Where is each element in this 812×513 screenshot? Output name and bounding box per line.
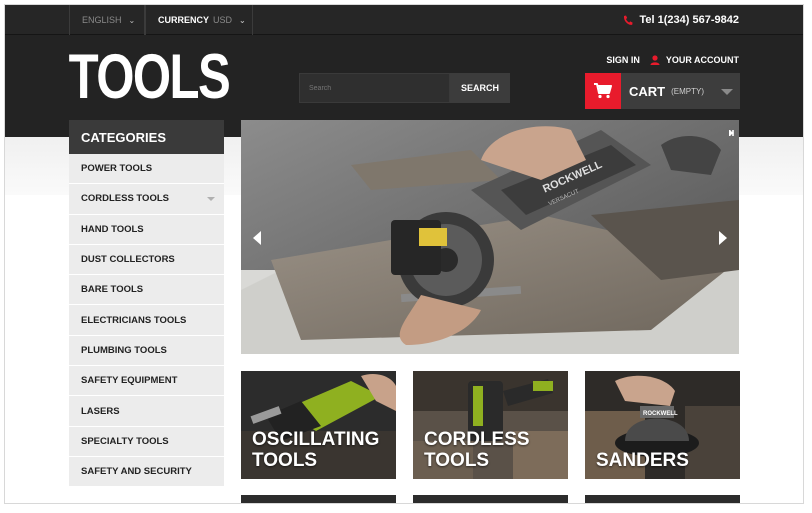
category-item-bare-tools[interactable]: Bare Tools: [69, 275, 224, 306]
category-item-safety-and-security[interactable]: Safety and Security: [69, 456, 224, 488]
chevron-down-icon[interactable]: [207, 197, 215, 202]
promo-tile-oscillating-tools[interactable]: Oscillating Tools: [241, 371, 396, 479]
currency-label: Currency: [158, 15, 210, 25]
category-item-plumbing-tools[interactable]: Plumbing Tools: [69, 335, 224, 367]
logo-text: TOOLS: [68, 41, 231, 112]
sign-in-link[interactable]: Sign in: [606, 55, 640, 65]
category-item-hand-tools[interactable]: Hand Tools: [69, 214, 224, 245]
categories-menu: Categories Power Tools Cordless Tools Ha…: [69, 120, 224, 488]
category-item-safety-equipment[interactable]: Safety Equipment: [69, 366, 224, 397]
phone-text: Tel 1(234) 567-9842: [639, 14, 739, 26]
your-account-link[interactable]: Your Account: [650, 55, 739, 65]
currency-value: USD: [213, 15, 233, 25]
category-item-electricians-tools[interactable]: Electricians Tools: [69, 305, 224, 336]
search-input[interactable]: [299, 73, 450, 103]
chevron-down-icon: ⌄: [128, 15, 136, 25]
promo-title: Cordless Tools: [424, 429, 530, 471]
language-selector[interactable]: English ⌄: [69, 5, 145, 35]
promo-tile-partial[interactable]: [241, 495, 396, 503]
promo-brand-text: ROCKWELL: [643, 411, 678, 417]
hero-slider[interactable]: ROCKWELL VERSACUT: [241, 120, 739, 354]
promo-tile-partial[interactable]: [413, 495, 568, 503]
category-item-cordless-tools[interactable]: Cordless Tools: [69, 184, 224, 215]
category-item-power-tools[interactable]: Power Tools: [69, 154, 224, 185]
promo-title: Sanders: [596, 450, 689, 471]
page-frame: English ⌄ Currency USD ⌄ Tel 1(234) 567-…: [4, 4, 804, 504]
categories-title: Categories: [69, 120, 224, 154]
cart-label: Cart: [629, 83, 666, 99]
currency-selector[interactable]: Currency USD ⌄: [145, 5, 253, 35]
promo-tile-sanders[interactable]: ROCKWELL Sanders: [585, 371, 740, 479]
category-item-lasers[interactable]: Lasers: [69, 396, 224, 427]
promo-title: Oscillating Tools: [252, 429, 380, 471]
pause-icon: [729, 130, 734, 136]
chevron-right-icon[interactable]: [719, 231, 727, 245]
phone-icon: [623, 15, 633, 25]
chevron-down-icon: [721, 89, 733, 95]
top-bar: English ⌄ Currency USD ⌄ Tel 1(234) 567-…: [5, 5, 803, 35]
user-icon: [650, 55, 660, 65]
chevron-down-icon: ⌄: [239, 15, 246, 25]
your-account-label: Your Account: [665, 55, 739, 65]
promo-tile-partial[interactable]: [585, 495, 740, 503]
promo-tile-cordless-tools[interactable]: Cordless Tools: [413, 371, 568, 479]
language-value: English: [82, 15, 122, 25]
category-item-specialty-tools[interactable]: Specialty Tools: [69, 426, 224, 457]
search-button[interactable]: Search: [450, 73, 510, 103]
category-item-dust-collectors[interactable]: Dust Collectors: [69, 244, 224, 276]
site-logo[interactable]: TOOLS: [68, 41, 231, 113]
cart-button[interactable]: Cart (empty): [585, 73, 740, 109]
cart-status: (empty): [671, 86, 704, 96]
cart-icon: [594, 83, 612, 99]
category-label: Cordless Tools: [81, 193, 169, 205]
phone-number[interactable]: Tel 1(234) 567-9842: [623, 5, 739, 35]
account-links: Sign in Your Account: [606, 55, 739, 65]
slider-image: ROCKWELL VERSACUT: [241, 120, 739, 354]
cart-icon-box: [585, 73, 621, 109]
chevron-left-icon[interactable]: [253, 231, 261, 245]
